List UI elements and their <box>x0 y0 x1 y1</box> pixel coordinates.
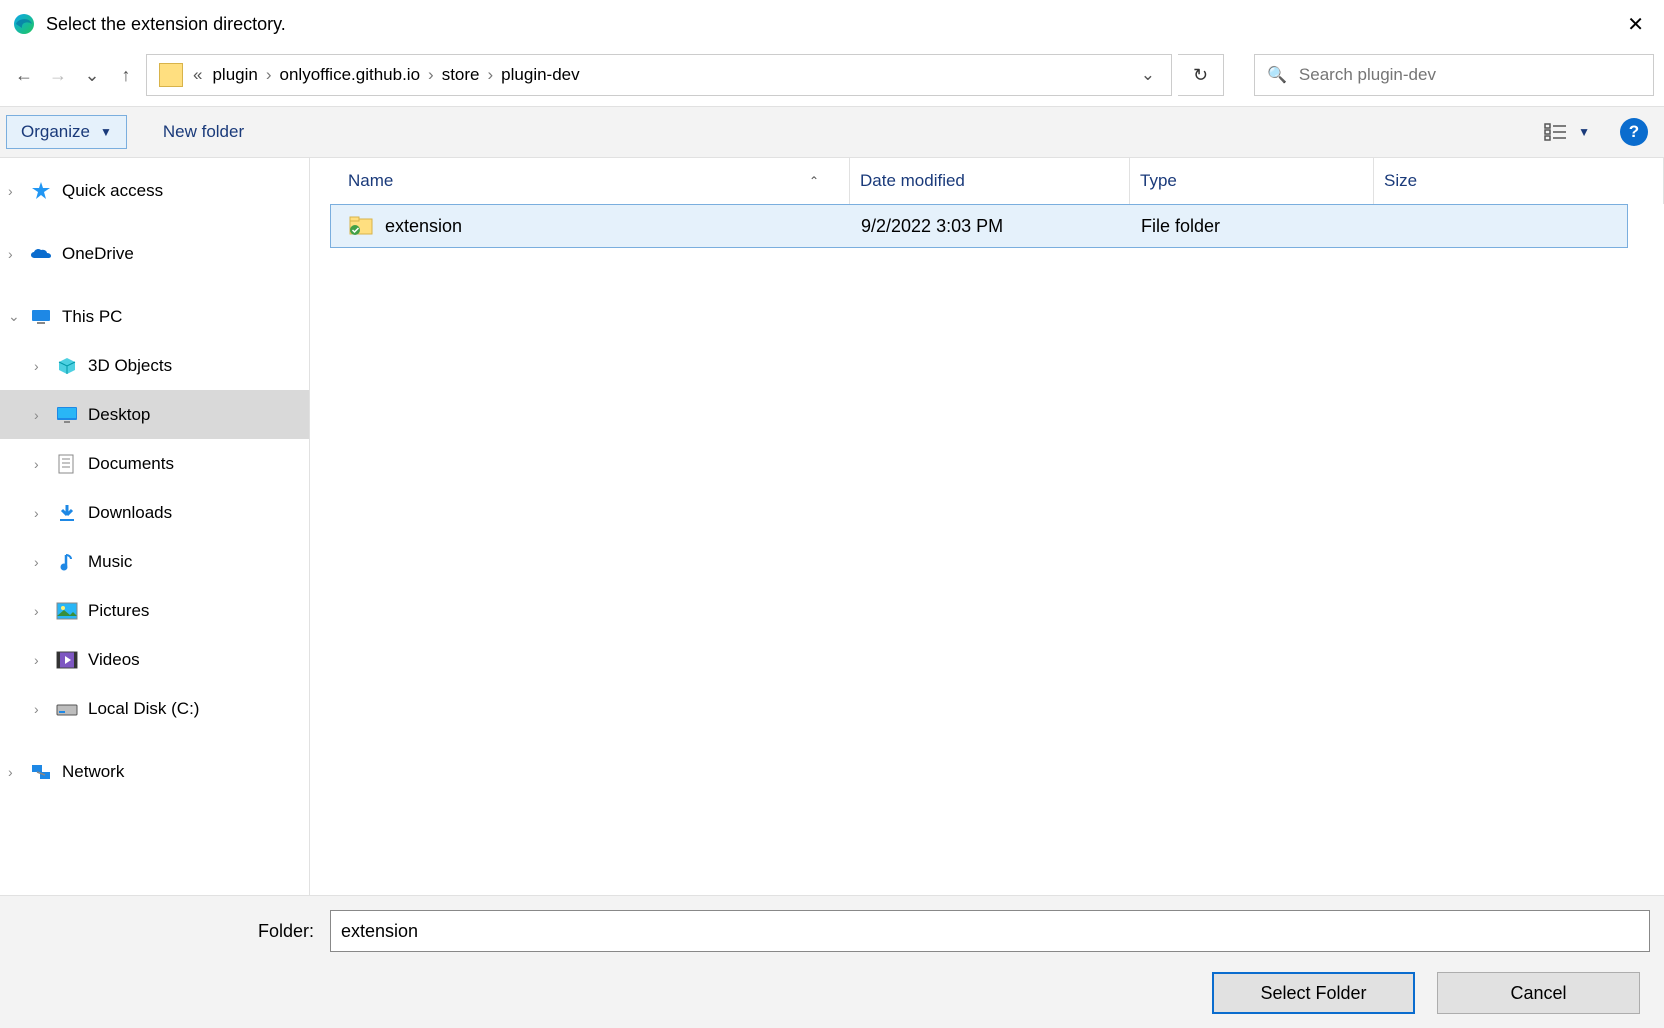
expand-icon[interactable]: › <box>34 358 52 374</box>
sidebar-item-pictures[interactable]: › Pictures <box>0 586 309 635</box>
expand-icon[interactable]: › <box>34 603 52 619</box>
videos-icon <box>56 649 78 671</box>
expand-icon[interactable]: › <box>34 407 52 423</box>
column-header-name[interactable]: Name ⌃ <box>330 158 850 204</box>
folder-input[interactable] <box>330 910 1650 952</box>
nav-row: ← → ⌄ ↑ « plugin › onlyoffice.github.io … <box>0 48 1664 106</box>
back-button[interactable]: ← <box>10 61 38 89</box>
title-bar: Select the extension directory. ✕ <box>0 0 1664 48</box>
expand-icon[interactable]: › <box>34 505 52 521</box>
caret-down-icon: ▼ <box>100 125 112 139</box>
up-button[interactable]: ↑ <box>112 61 140 89</box>
sidebar: › Quick access › OneDrive ⌄ This PC › <box>0 158 310 895</box>
search-input[interactable] <box>1299 65 1641 85</box>
documents-icon <box>56 453 78 475</box>
sidebar-item-quick-access[interactable]: › Quick access <box>0 166 309 215</box>
cancel-button[interactable]: Cancel <box>1437 972 1640 1014</box>
pictures-icon <box>56 600 78 622</box>
breadcrumb-seg-plugin[interactable]: plugin <box>206 65 263 85</box>
folder-label: Folder: <box>14 921 314 942</box>
view-details-icon <box>1544 122 1568 142</box>
select-folder-button[interactable]: Select Folder <box>1212 972 1415 1014</box>
sidebar-label: Downloads <box>88 503 172 523</box>
bottom-panel: Folder: Select Folder Cancel <box>0 895 1664 1028</box>
organize-label: Organize <box>21 122 90 142</box>
sidebar-label: 3D Objects <box>88 356 172 376</box>
help-button[interactable]: ? <box>1620 118 1648 146</box>
column-header-size[interactable]: Size <box>1374 158 1664 204</box>
chevron-right-icon: › <box>426 65 436 85</box>
column-headers: Name ⌃ Date modified Type Size <box>310 158 1664 204</box>
caret-down-icon: ▼ <box>1578 125 1590 139</box>
expand-icon[interactable]: › <box>34 456 52 472</box>
breadcrumb-prefix: « <box>193 65 202 85</box>
edge-app-icon <box>12 12 36 36</box>
forward-button[interactable]: → <box>44 61 72 89</box>
refresh-button[interactable]: ↻ <box>1178 54 1224 96</box>
chevron-right-icon: › <box>264 65 274 85</box>
sidebar-label: Videos <box>88 650 140 670</box>
expand-icon[interactable]: › <box>34 701 52 717</box>
sidebar-label: Network <box>62 762 124 782</box>
close-icon[interactable]: ✕ <box>1619 4 1652 45</box>
downloads-icon <box>56 502 78 524</box>
cube-icon <box>56 355 78 377</box>
view-options-button[interactable]: ▼ <box>1534 116 1600 148</box>
expand-icon[interactable]: › <box>8 246 26 262</box>
desktop-icon <box>56 404 78 426</box>
column-header-type[interactable]: Type <box>1130 158 1374 204</box>
breadcrumb-dropdown-icon[interactable]: ⌄ <box>1131 65 1165 85</box>
folder-icon <box>349 214 373 238</box>
organize-button[interactable]: Organize ▼ <box>6 115 127 149</box>
sidebar-item-downloads[interactable]: › Downloads <box>0 488 309 537</box>
sidebar-item-3d-objects[interactable]: › 3D Objects <box>0 341 309 390</box>
music-icon <box>56 551 78 573</box>
sidebar-item-onedrive[interactable]: › OneDrive <box>0 229 309 278</box>
sort-asc-icon: ⌃ <box>809 174 819 188</box>
folder-icon <box>159 63 183 87</box>
sidebar-item-desktop[interactable]: › Desktop <box>0 390 309 439</box>
sidebar-label: OneDrive <box>62 244 134 264</box>
file-row[interactable]: extension 9/2/2022 3:03 PM File folder <box>330 204 1628 248</box>
search-icon: 🔍 <box>1267 65 1287 85</box>
recent-dropdown-icon[interactable]: ⌄ <box>78 61 106 89</box>
breadcrumb-seg-store[interactable]: store <box>436 65 486 85</box>
sidebar-label: Quick access <box>62 181 163 201</box>
sidebar-label: Local Disk (C:) <box>88 699 199 719</box>
collapse-icon[interactable]: ⌄ <box>8 308 26 325</box>
pc-icon <box>30 306 52 328</box>
expand-icon[interactable]: › <box>8 183 26 199</box>
breadcrumb-seg-onlyoffice[interactable]: onlyoffice.github.io <box>274 65 427 85</box>
expand-icon[interactable]: › <box>34 554 52 570</box>
expand-icon[interactable]: › <box>34 652 52 668</box>
sidebar-item-videos[interactable]: › Videos <box>0 635 309 684</box>
sidebar-label: Music <box>88 552 132 572</box>
disk-icon <box>56 698 78 720</box>
file-list-panel: Name ⌃ Date modified Type Size extension… <box>310 158 1664 895</box>
breadcrumb-seg-plugindev[interactable]: plugin-dev <box>495 65 585 85</box>
sidebar-item-local-disk[interactable]: › Local Disk (C:) <box>0 684 309 733</box>
sidebar-item-documents[interactable]: › Documents <box>0 439 309 488</box>
expand-icon[interactable]: › <box>8 764 26 780</box>
sidebar-label: Documents <box>88 454 174 474</box>
toolbar: Organize ▼ New folder ▼ ? <box>0 106 1664 158</box>
onedrive-icon <box>30 243 52 265</box>
breadcrumb[interactable]: « plugin › onlyoffice.github.io › store … <box>146 54 1172 96</box>
sidebar-item-network[interactable]: › Network <box>0 747 309 796</box>
quick-access-icon <box>30 180 52 202</box>
sidebar-label: Desktop <box>88 405 150 425</box>
network-icon <box>30 761 52 783</box>
file-name: extension <box>385 216 462 237</box>
sidebar-label: Pictures <box>88 601 149 621</box>
file-date: 9/2/2022 3:03 PM <box>851 216 1131 237</box>
dialog-title: Select the extension directory. <box>46 14 1619 35</box>
chevron-right-icon: › <box>486 65 496 85</box>
sidebar-label: This PC <box>62 307 122 327</box>
file-type: File folder <box>1131 216 1375 237</box>
sidebar-item-music[interactable]: › Music <box>0 537 309 586</box>
new-folder-button[interactable]: New folder <box>145 116 262 148</box>
search-box[interactable]: 🔍 <box>1254 54 1654 96</box>
column-header-date[interactable]: Date modified <box>850 158 1130 204</box>
sidebar-item-this-pc[interactable]: ⌄ This PC <box>0 292 309 341</box>
